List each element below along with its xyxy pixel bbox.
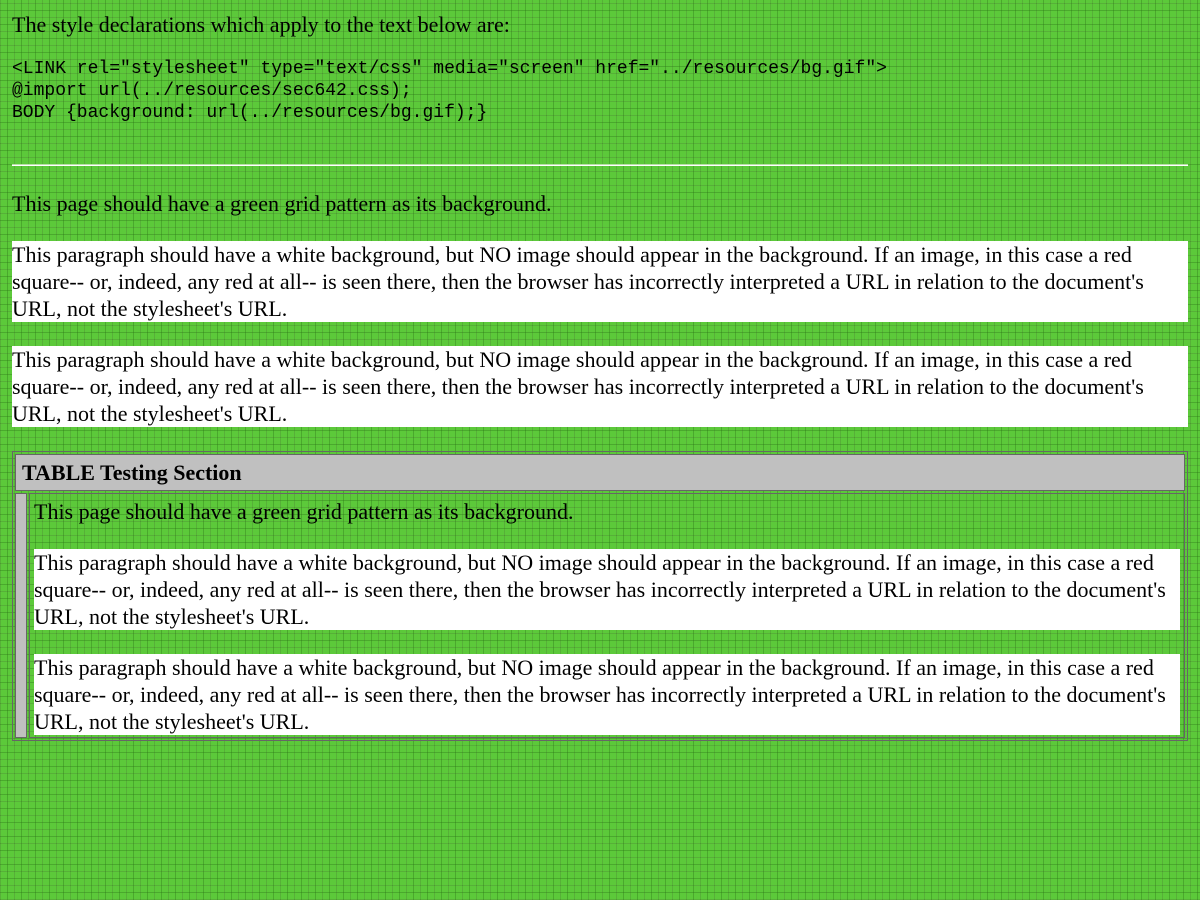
table-content-cell: This page should have a green grid patte… <box>29 493 1185 738</box>
code-line-body: BODY {background: url(../resources/bg.gi… <box>12 103 488 123</box>
intro-text: The style declarations which apply to th… <box>12 12 510 37</box>
table-header: TABLE Testing Section <box>15 454 1185 491</box>
white-background-paragraph-2: This paragraph should have a white backg… <box>12 346 1188 427</box>
white-background-paragraph-1: This paragraph should have a white backg… <box>12 241 1188 322</box>
table-white-background-paragraph-1: This paragraph should have a white backg… <box>34 549 1180 630</box>
table-green-background-paragraph: This page should have a green grid patte… <box>34 499 574 524</box>
code-line-link: <LINK rel="stylesheet" type="text/css" m… <box>12 59 887 79</box>
green-background-paragraph: This page should have a green grid patte… <box>12 191 552 216</box>
table-white-background-paragraph-2: This paragraph should have a white backg… <box>34 654 1180 735</box>
table-testing-section: TABLE Testing Section This page should h… <box>12 451 1188 741</box>
code-line-import: @import url(../resources/sec642.css); <box>12 81 412 101</box>
table-spacer-cell <box>15 493 27 738</box>
style-declarations-code: <LINK rel="stylesheet" type="text/css" m… <box>12 58 1188 124</box>
divider <box>12 164 1188 166</box>
